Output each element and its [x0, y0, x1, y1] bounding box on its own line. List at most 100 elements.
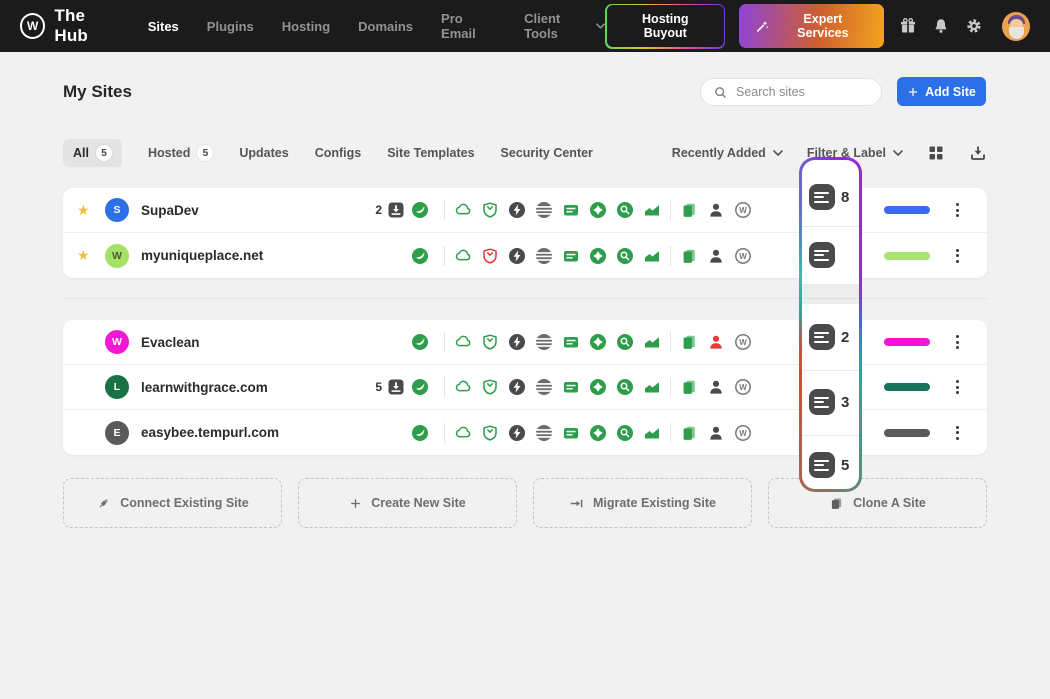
site-name[interactable]: learnwithgrace.com [141, 380, 357, 395]
users-icon[interactable] [707, 201, 725, 219]
pages-icon[interactable] [680, 201, 698, 219]
migrate-existing-site-button[interactable]: Migrate Existing Site [533, 478, 752, 528]
nav-item-plugins[interactable]: Plugins [207, 19, 254, 34]
pages-icon[interactable] [680, 247, 698, 265]
row-menu-kebab-icon[interactable] [944, 380, 970, 394]
seo-magnifier-icon[interactable] [616, 424, 634, 442]
defender-shield-icon[interactable] [481, 201, 499, 219]
analytics-chart-icon[interactable] [643, 247, 661, 265]
row-menu-kebab-icon[interactable] [944, 203, 970, 217]
sort-dropdown[interactable]: Recently Added [672, 146, 783, 160]
add-site-button[interactable]: Add Site [897, 77, 986, 106]
expert-services-button[interactable]: Expert Services [739, 4, 884, 48]
seo-magnifier-icon[interactable] [616, 378, 634, 396]
tab-security-center[interactable]: Security Center [501, 146, 593, 160]
site-name[interactable]: myuniqueplace.net [141, 248, 357, 263]
tab-all[interactable]: All5 [63, 139, 122, 167]
uptime-icon[interactable] [535, 424, 553, 442]
backups-list-icon[interactable] [562, 424, 580, 442]
uptime-icon[interactable] [535, 201, 553, 219]
wordpress-icon[interactable] [734, 424, 752, 442]
updates-badge-icon[interactable] [387, 378, 405, 396]
hub-logo[interactable]: W The Hub [20, 6, 122, 46]
uptime-icon[interactable] [535, 378, 553, 396]
hosting-cloud-icon[interactable] [454, 247, 472, 265]
analytics-chart-icon[interactable] [643, 424, 661, 442]
users-icon[interactable] [707, 424, 725, 442]
wordpress-icon[interactable] [734, 247, 752, 265]
users-icon[interactable] [707, 378, 725, 396]
tab-hosted[interactable]: Hosted5 [148, 145, 213, 161]
hosting-buyout-button[interactable]: Hosting Buyout [607, 5, 724, 47]
defender-shield-icon[interactable] [481, 333, 499, 351]
row-menu-kebab-icon[interactable] [944, 335, 970, 349]
hosting-cloud-icon[interactable] [454, 333, 472, 351]
nav-item-hosting[interactable]: Hosting [282, 19, 330, 34]
uptime-icon[interactable] [535, 247, 553, 265]
pages-icon[interactable] [680, 333, 698, 351]
shipper-badge-icon[interactable] [589, 378, 607, 396]
performance-bolt-icon[interactable] [508, 247, 526, 265]
defender-shield-icon[interactable] [481, 424, 499, 442]
nav-item-sites[interactable]: Sites [148, 19, 179, 34]
export-icon[interactable] [969, 144, 987, 162]
shipper-badge-icon[interactable] [589, 201, 607, 219]
backups-list-icon[interactable] [562, 333, 580, 351]
nav-item-domains[interactable]: Domains [358, 19, 413, 34]
hosting-cloud-icon[interactable] [454, 378, 472, 396]
smush-swoosh-icon[interactable] [411, 333, 429, 351]
shipper-badge-icon[interactable] [589, 333, 607, 351]
uptime-icon[interactable] [535, 333, 553, 351]
defender-shield-icon[interactable] [481, 378, 499, 396]
grid-view-icon[interactable] [927, 144, 945, 162]
clone-a-site-button[interactable]: Clone A Site [768, 478, 987, 528]
performance-bolt-icon[interactable] [508, 424, 526, 442]
analytics-chart-icon[interactable] [643, 201, 661, 219]
favorite-star-icon[interactable]: ★ [77, 247, 105, 264]
user-avatar[interactable] [1002, 12, 1030, 41]
hosting-cloud-icon[interactable] [454, 424, 472, 442]
smush-swoosh-icon[interactable] [411, 247, 429, 265]
tab-configs[interactable]: Configs [315, 146, 362, 160]
performance-bolt-icon[interactable] [508, 378, 526, 396]
wordpress-icon[interactable] [734, 201, 752, 219]
performance-bolt-icon[interactable] [508, 333, 526, 351]
search-input[interactable] [736, 85, 856, 99]
row-menu-kebab-icon[interactable] [944, 249, 970, 263]
users-icon[interactable] [707, 247, 725, 265]
site-name[interactable]: SupaDev [141, 203, 357, 218]
row-menu-kebab-icon[interactable] [944, 426, 970, 440]
search-sites-box[interactable] [700, 78, 882, 106]
wordpress-icon[interactable] [734, 333, 752, 351]
pages-icon[interactable] [680, 378, 698, 396]
connect-existing-site-button[interactable]: Connect Existing Site [63, 478, 282, 528]
seo-magnifier-icon[interactable] [616, 247, 634, 265]
tab-site-templates[interactable]: Site Templates [387, 146, 474, 160]
create-new-site-button[interactable]: Create New Site [298, 478, 517, 528]
shipper-badge-icon[interactable] [589, 247, 607, 265]
shipper-badge-icon[interactable] [589, 424, 607, 442]
smush-swoosh-icon[interactable] [411, 424, 429, 442]
gear-icon[interactable] [965, 16, 984, 36]
bell-icon[interactable] [931, 16, 950, 36]
backups-list-icon[interactable] [562, 378, 580, 396]
backups-list-icon[interactable] [562, 247, 580, 265]
seo-magnifier-icon[interactable] [616, 333, 634, 351]
gift-icon[interactable] [898, 16, 917, 36]
analytics-chart-icon[interactable] [643, 378, 661, 396]
site-name[interactable]: Evaclean [141, 335, 357, 350]
smush-swoosh-icon[interactable] [411, 378, 429, 396]
analytics-chart-icon[interactable] [643, 333, 661, 351]
smush-swoosh-icon[interactable] [411, 201, 429, 219]
updates-badge-icon[interactable] [387, 201, 405, 219]
wordpress-icon[interactable] [734, 378, 752, 396]
backups-list-icon[interactable] [562, 201, 580, 219]
pages-icon[interactable] [680, 424, 698, 442]
favorite-star-icon[interactable]: ★ [77, 202, 105, 219]
users-alert-icon[interactable] [707, 333, 725, 351]
nav-item-pro-email[interactable]: Pro Email [441, 11, 496, 41]
seo-magnifier-icon[interactable] [616, 201, 634, 219]
performance-bolt-icon[interactable] [508, 201, 526, 219]
defender-shield-alert-icon[interactable] [481, 247, 499, 265]
hosting-cloud-icon[interactable] [454, 201, 472, 219]
